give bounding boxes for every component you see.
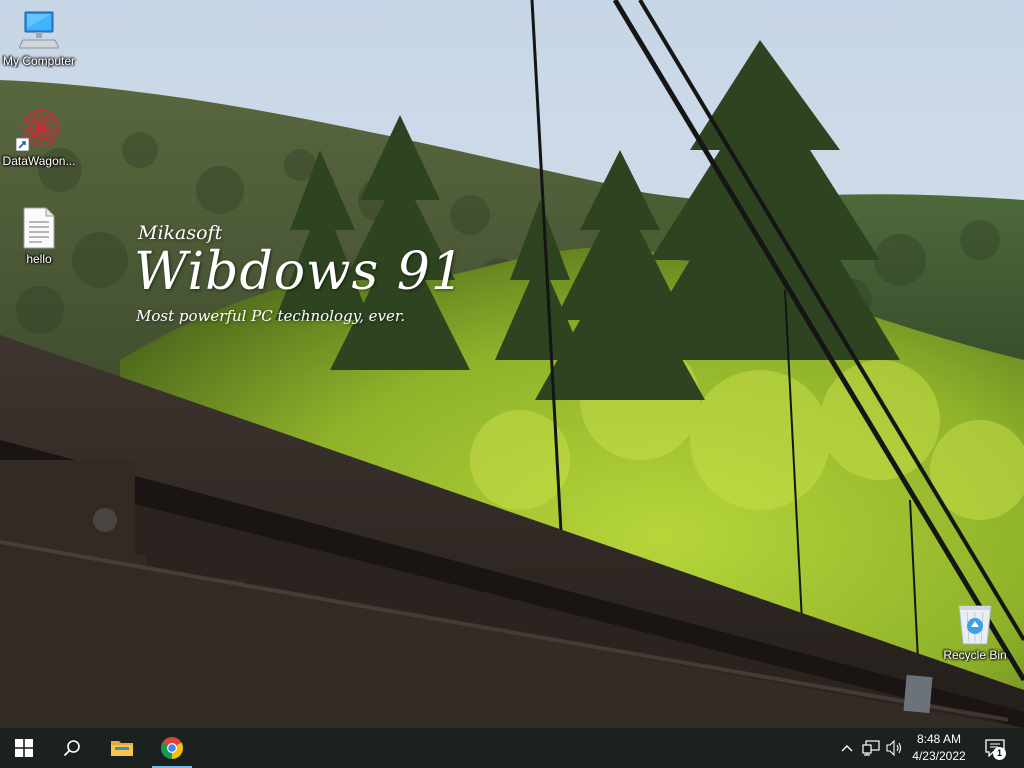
desktop-icon-label: DataWagon... [2,154,76,168]
chevron-up-icon [841,745,853,752]
brand-company: Mikasoft [138,222,223,244]
computer-icon [0,6,79,52]
network-icon [862,740,880,756]
clock[interactable]: 8:48 AM 4/23/2022 [906,728,972,768]
chrome-button[interactable] [148,728,196,768]
clock-time: 8:48 AM [916,732,962,746]
text-file-icon [0,204,79,250]
desktop-icon-recycle-bin[interactable]: Recycle Bin [935,600,1015,662]
datawagon-icon [0,106,79,152]
search-icon [63,740,80,757]
desktop-icon-label: My Computer [2,54,76,68]
action-center-button[interactable]: 1 [980,728,1010,768]
desktop-icon-label: hello [26,252,52,266]
windows-logo-icon [15,739,33,757]
chrome-icon [161,737,183,759]
recycle-bin-icon [935,600,1015,646]
network-button[interactable] [860,728,882,768]
taskbar: 8:48 AM 4/23/2022 1 [0,728,1024,768]
volume-button[interactable] [884,728,906,768]
brand-title: Wibdows 91 [134,242,465,302]
notification-count-badge: 1 [993,747,1006,760]
folder-icon [111,741,133,756]
desktop[interactable]: Mikasoft Wibdows 91 Most powerful PC tec… [0,0,1024,728]
desktop-icon-datawagon[interactable]: DataWagon... [0,106,79,168]
wallpaper [0,0,1024,728]
clock-date: 4/23/2022 [912,749,966,763]
desktop-icon-my-computer[interactable]: My Computer [0,6,79,68]
brand-tagline: Most powerful PC technology, ever. [136,307,406,325]
desktop-icon-hello[interactable]: hello [0,204,79,266]
show-hidden-icons-button[interactable] [838,728,856,768]
start-button[interactable] [0,728,48,768]
desktop-icon-label: Recycle Bin [943,648,1007,662]
search-button[interactable] [48,728,96,768]
file-explorer-button[interactable] [98,728,146,768]
speaker-icon [886,740,902,756]
